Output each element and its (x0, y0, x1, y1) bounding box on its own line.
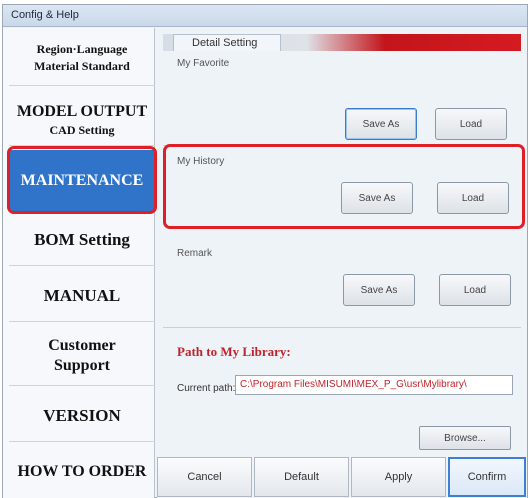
current-path-field[interactable]: C:\Program Files\MISUMI\MEX_P_G\usr\Myli… (235, 375, 513, 395)
my-favorite-label: My Favorite (177, 58, 230, 69)
sidebar-item-material-standard-label: Material Standard (34, 58, 130, 73)
my-history-load-button[interactable]: Load (437, 182, 509, 214)
sidebar-item-maintenance-label: MAINTENANCE (20, 172, 144, 189)
cancel-button[interactable]: Cancel (157, 457, 252, 497)
path-to-library-title: Path to My Library: (177, 344, 291, 359)
sidebar-item-model-output-label: MODEL OUTPUT (16, 103, 148, 120)
remark-save-as-button[interactable]: Save As (343, 274, 415, 306)
detail-content: Detail Setting My Favorite Save As Load … (157, 28, 527, 498)
title-bar: Config & Help (3, 5, 527, 27)
tab-strip: Detail Setting (163, 34, 521, 51)
sidebar-item-how-to-order[interactable]: HOW TO ORDER (9, 448, 155, 496)
remark-load-button[interactable]: Load (439, 274, 511, 306)
my-favorite-panel: My Favorite Save As Load (163, 52, 521, 146)
sidebar-item-customer-support-line2: Support (53, 356, 111, 374)
current-path-label: Current path: (177, 383, 236, 394)
sidebar-item-region-material[interactable]: Region·Language Material Standard (9, 30, 155, 86)
sidebar-item-cad-setting-label: CAD Setting (49, 123, 115, 137)
confirm-button[interactable]: Confirm (448, 457, 526, 497)
sidebar-item-region-language-label: Region·Language (36, 41, 128, 56)
sidebar-item-bom-setting[interactable]: BOM Setting (9, 214, 155, 266)
my-favorite-save-as-button[interactable]: Save As (345, 108, 417, 140)
my-favorite-load-button[interactable]: Load (435, 108, 507, 140)
sidebar-item-model-output[interactable]: MODEL OUTPUT CAD Setting (9, 96, 155, 146)
my-history-panel: My History Save As Load (163, 152, 521, 240)
remark-panel: Remark Save As Load (163, 242, 521, 328)
sidebar-item-manual-label: MANUAL (43, 285, 121, 305)
sidebar-item-manual[interactable]: MANUAL (9, 270, 155, 322)
sidebar: Region·Language Material Standard MODEL … (3, 28, 155, 498)
window-title: Config & Help (11, 9, 79, 21)
sidebar-item-how-to-order-label: HOW TO ORDER (17, 463, 147, 480)
my-history-save-as-button[interactable]: Save As (341, 182, 413, 214)
sidebar-item-customer-support[interactable]: Customer Support (9, 326, 155, 386)
tab-detail-setting[interactable]: Detail Setting (173, 34, 281, 51)
browse-button[interactable]: Browse... (419, 426, 511, 450)
sidebar-item-customer-support-line1: Customer (48, 336, 116, 354)
remark-label: Remark (177, 248, 213, 259)
default-button[interactable]: Default (254, 457, 349, 497)
sidebar-item-bom-setting-label: BOM Setting (34, 229, 130, 249)
config-help-window: Config & Help Region·Language Material S… (2, 4, 528, 498)
sidebar-item-version[interactable]: VERSION (9, 390, 155, 442)
apply-button[interactable]: Apply (351, 457, 446, 497)
sidebar-item-maintenance[interactable]: MAINTENANCE (9, 150, 155, 212)
sidebar-item-version-label: VERSION (43, 405, 121, 425)
my-history-label: My History (177, 156, 225, 167)
